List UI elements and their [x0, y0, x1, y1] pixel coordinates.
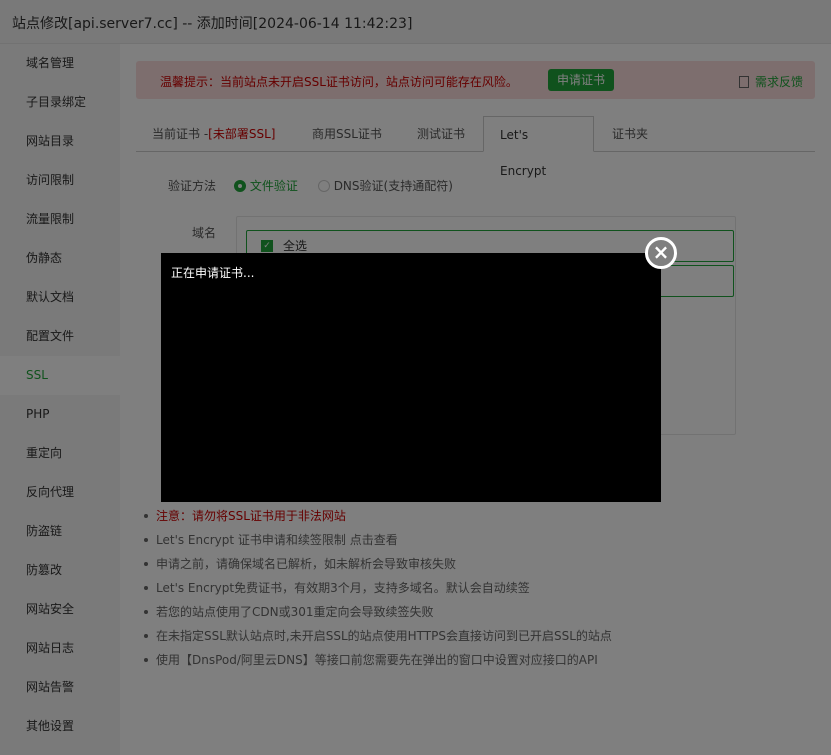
console-text: 正在申请证书...	[171, 266, 255, 280]
close-icon[interactable]: ×	[645, 237, 677, 269]
progress-console: 正在申请证书...	[161, 253, 661, 502]
